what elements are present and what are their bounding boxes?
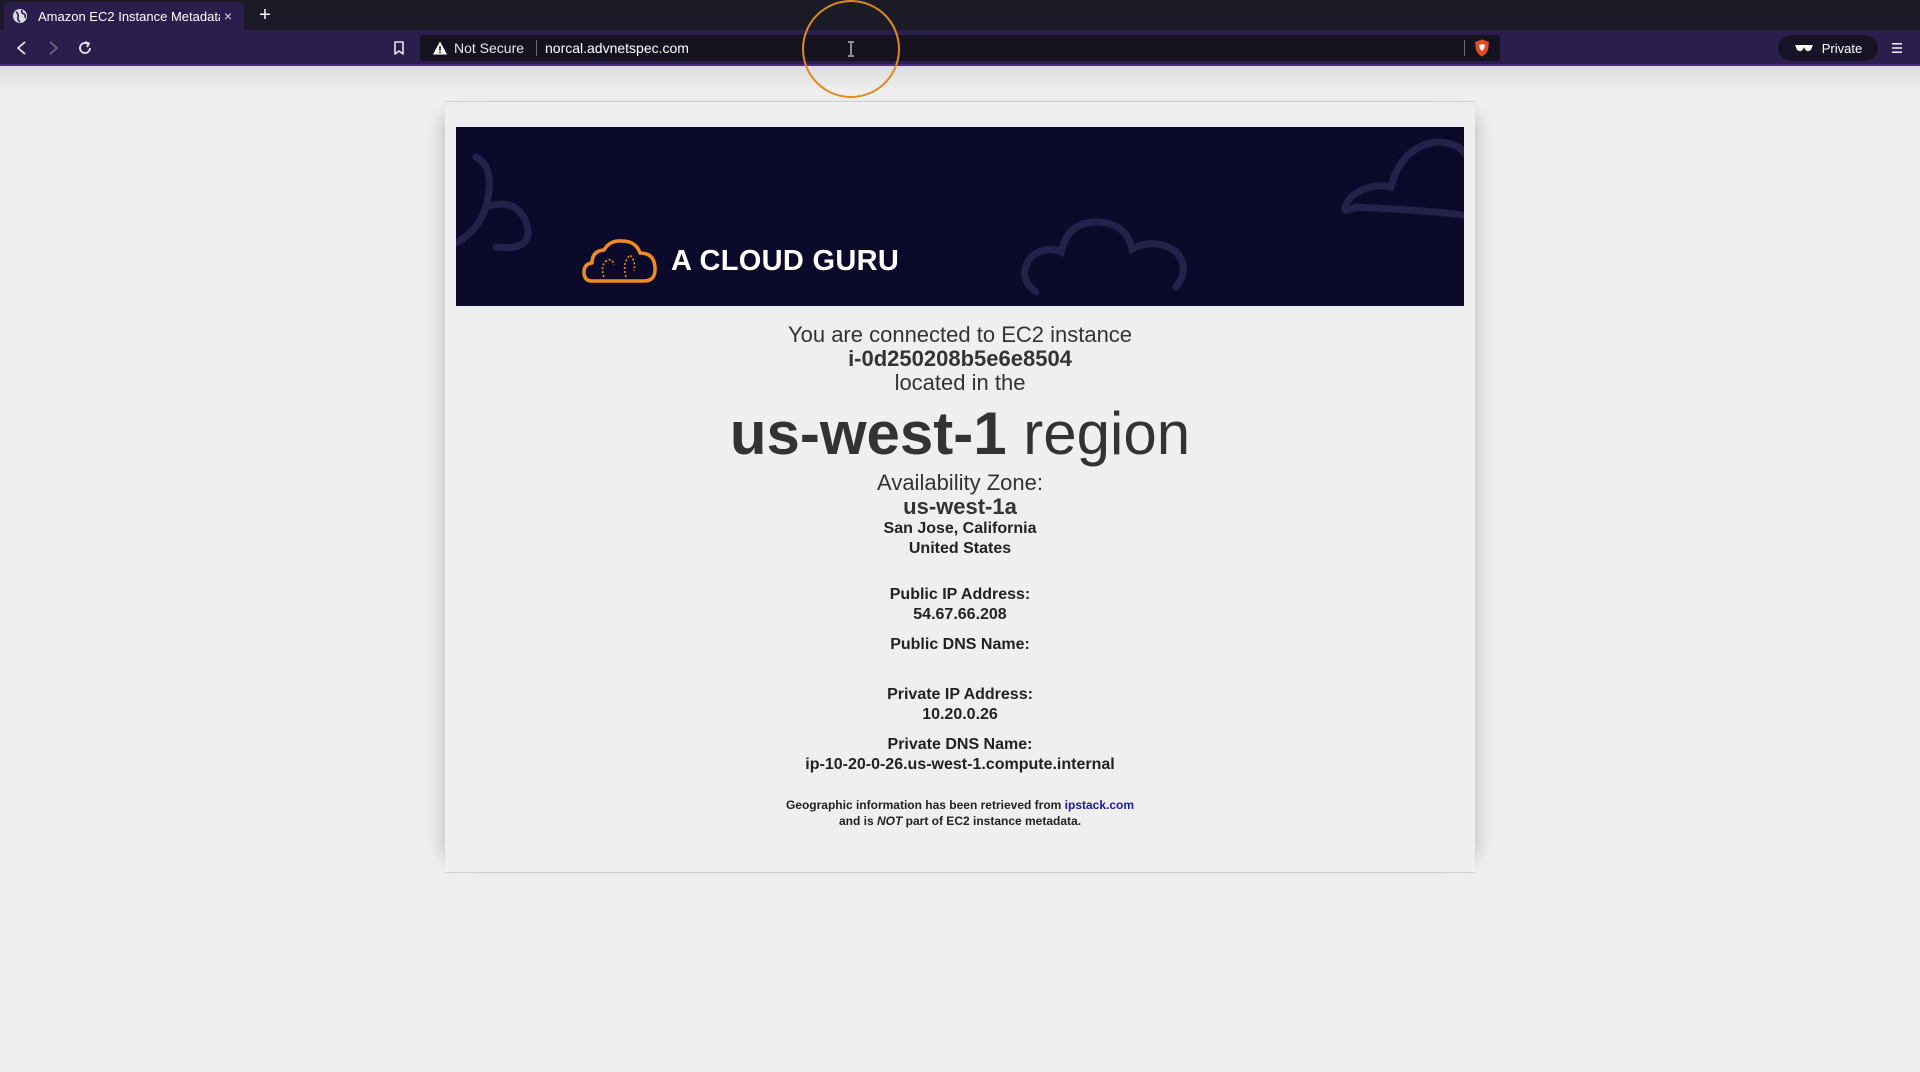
private-label: Private	[1821, 40, 1863, 56]
public-ip-label: Public IP Address:	[889, 586, 1031, 603]
divider	[536, 40, 537, 56]
tab-active[interactable]: Amazon EC2 Instance Metadata ×	[4, 2, 244, 30]
public-dns-value	[456, 655, 1464, 675]
connected-text: You are connected to EC2 instance	[787, 322, 1133, 347]
instance-info: You are connected to EC2 instance i-0d25…	[456, 322, 1464, 829]
back-icon[interactable]	[11, 37, 33, 59]
footnote-emphasis: NOT	[876, 814, 903, 828]
private-dns-value: ip-10-20-0-26.us-west-1.compute.internal	[805, 756, 1115, 773]
footnote-line2-a: and is	[838, 814, 877, 828]
tab-bar: Amazon EC2 Instance Metadata × +	[0, 0, 1920, 30]
country: United States	[908, 540, 1012, 557]
private-glasses-icon	[1794, 45, 1813, 52]
text-cursor-icon	[848, 41, 854, 57]
forward-icon[interactable]	[42, 37, 64, 59]
brand-name: A CLOUD GURU	[671, 245, 900, 277]
private-ip-value: 10.20.0.26	[922, 706, 998, 723]
close-tab-icon[interactable]: ×	[220, 8, 236, 24]
footnote-line2-b: part of EC2 instance metadata.	[902, 814, 1082, 828]
availability-zone: us-west-1a	[903, 494, 1017, 519]
warning-icon[interactable]	[432, 40, 448, 56]
menu-icon[interactable]	[1886, 38, 1908, 58]
bookmark-icon[interactable]	[388, 37, 410, 59]
private-window-badge[interactable]: Private	[1778, 35, 1878, 61]
private-ip-label: Private IP Address:	[887, 686, 1033, 703]
bottom-rule	[445, 872, 1475, 873]
az-label: Availability Zone:	[877, 470, 1043, 495]
footnote-line1: Geographic information has been retrieve…	[785, 798, 1065, 812]
page-top-shade	[0, 66, 1920, 92]
divider	[1464, 40, 1465, 56]
header-banner: A CLOUD GURU	[456, 127, 1464, 306]
public-ip-value: 54.67.66.208	[913, 606, 1007, 623]
geo-footnote: Geographic information has been retrieve…	[456, 797, 1464, 829]
brave-shield-icon[interactable]	[1472, 38, 1492, 58]
cloud-logo-icon	[582, 239, 657, 283]
region-name: us-west-1	[729, 400, 1007, 467]
instance-id: i-0d250208b5e6e8504	[848, 346, 1072, 371]
tab-title: Amazon EC2 Instance Metadata	[38, 8, 220, 24]
private-dns-label: Private DNS Name:	[887, 736, 1033, 753]
reload-icon[interactable]	[74, 37, 96, 59]
located-text: located in the	[894, 370, 1026, 395]
city: San Jose, California	[883, 520, 1037, 537]
url-text[interactable]: norcal.advnetspec.com	[545, 40, 689, 56]
browser-toolbar: Not Secure norcal.advnetspec.com Private	[0, 30, 1920, 66]
region-heading: us-west-1 region	[456, 397, 1464, 471]
public-dns-label: Public DNS Name:	[890, 636, 1030, 653]
top-rule	[445, 101, 1475, 102]
ipstack-link[interactable]: ipstack.com	[1065, 798, 1134, 812]
address-bar[interactable]: Not Secure norcal.advnetspec.com	[420, 35, 1500, 61]
globe-icon	[13, 9, 27, 23]
new-tab-button[interactable]: +	[254, 4, 276, 26]
region-suffix: region	[1006, 400, 1191, 467]
security-status[interactable]: Not Secure	[454, 40, 524, 56]
